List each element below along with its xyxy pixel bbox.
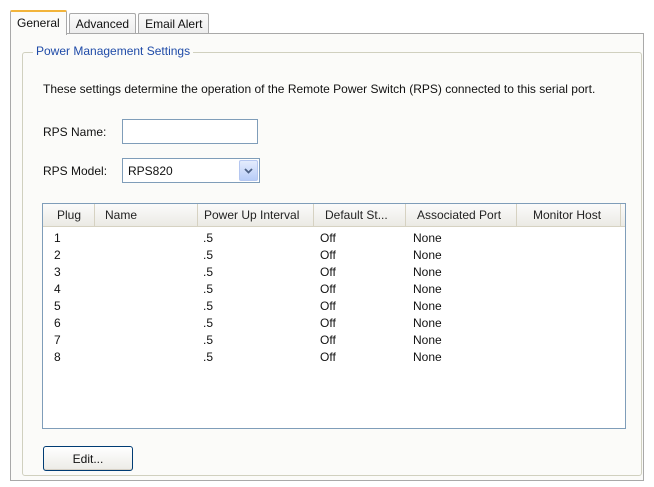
- rps-name-label: RPS Name:: [43, 125, 107, 139]
- cell-associated-port: None: [413, 231, 442, 245]
- table-row[interactable]: 8 .5 Off None: [43, 349, 625, 365]
- table-row[interactable]: 5 .5 Off None: [43, 298, 625, 314]
- cell-power-up-interval: .5: [203, 248, 214, 262]
- cell-plug: 8: [54, 350, 61, 364]
- cell-plug: 5: [54, 299, 61, 313]
- plug-table[interactable]: Plug Name Power Up Interval Default St..…: [42, 203, 626, 429]
- rps-model-select[interactable]: RPS820: [122, 158, 260, 183]
- cell-power-up-interval: .5: [203, 316, 214, 330]
- cell-power-up-interval: .5: [203, 350, 214, 364]
- cell-associated-port: None: [413, 350, 442, 364]
- cell-plug: 2: [54, 248, 61, 262]
- column-header-name[interactable]: Name: [95, 204, 198, 226]
- table-row[interactable]: 3 .5 Off None: [43, 264, 625, 280]
- tab-advanced[interactable]: Advanced: [68, 13, 137, 34]
- cell-associated-port: None: [413, 248, 442, 262]
- cell-power-up-interval: .5: [203, 265, 214, 279]
- cell-power-up-interval: .5: [203, 282, 214, 296]
- cell-default-state: Off: [320, 316, 336, 330]
- cell-power-up-interval: .5: [203, 299, 214, 313]
- column-header-default-state[interactable]: Default St...: [314, 204, 406, 226]
- cell-plug: 4: [54, 282, 61, 296]
- cell-plug: 1: [54, 231, 61, 245]
- table-header: Plug Name Power Up Interval Default St..…: [43, 204, 625, 227]
- cell-associated-port: None: [413, 299, 442, 313]
- tab-email-alert[interactable]: Email Alert: [138, 13, 210, 34]
- table-row[interactable]: 4 .5 Off None: [43, 281, 625, 297]
- table-row[interactable]: 6 .5 Off None: [43, 315, 625, 331]
- cell-plug: 7: [54, 333, 61, 347]
- cell-associated-port: None: [413, 282, 442, 296]
- cell-plug: 3: [54, 265, 61, 279]
- cell-power-up-interval: .5: [203, 231, 214, 245]
- cell-default-state: Off: [320, 282, 336, 296]
- rps-name-input[interactable]: [122, 119, 258, 144]
- cell-associated-port: None: [413, 333, 442, 347]
- cell-associated-port: None: [413, 265, 442, 279]
- rps-model-value: RPS820: [128, 164, 173, 178]
- table-row[interactable]: 2 .5 Off None: [43, 247, 625, 263]
- cell-default-state: Off: [320, 299, 336, 313]
- column-header-plug[interactable]: Plug: [43, 204, 95, 226]
- cell-associated-port: None: [413, 316, 442, 330]
- cell-default-state: Off: [320, 350, 336, 364]
- chevron-down-icon: [244, 167, 253, 174]
- group-description: These settings determine the operation o…: [43, 82, 596, 96]
- table-row[interactable]: 7 .5 Off None: [43, 332, 625, 348]
- cell-plug: 6: [54, 316, 61, 330]
- cell-power-up-interval: .5: [203, 333, 214, 347]
- tab-strip: General Advanced Email Alert: [10, 10, 211, 35]
- column-header-associated-port[interactable]: Associated Port: [406, 204, 517, 226]
- group-title: Power Management Settings: [33, 44, 194, 58]
- combo-dropdown-button[interactable]: [239, 160, 258, 181]
- column-header-power-up-interval[interactable]: Power Up Interval: [198, 204, 314, 226]
- tab-general[interactable]: General: [10, 10, 67, 35]
- cell-default-state: Off: [320, 231, 336, 245]
- cell-default-state: Off: [320, 265, 336, 279]
- rps-model-label: RPS Model:: [43, 164, 108, 178]
- column-header-monitor-host[interactable]: Monitor Host: [517, 204, 621, 226]
- cell-default-state: Off: [320, 248, 336, 262]
- cell-default-state: Off: [320, 333, 336, 347]
- table-row[interactable]: 1 .5 Off None: [43, 230, 625, 246]
- edit-button[interactable]: Edit...: [43, 446, 133, 471]
